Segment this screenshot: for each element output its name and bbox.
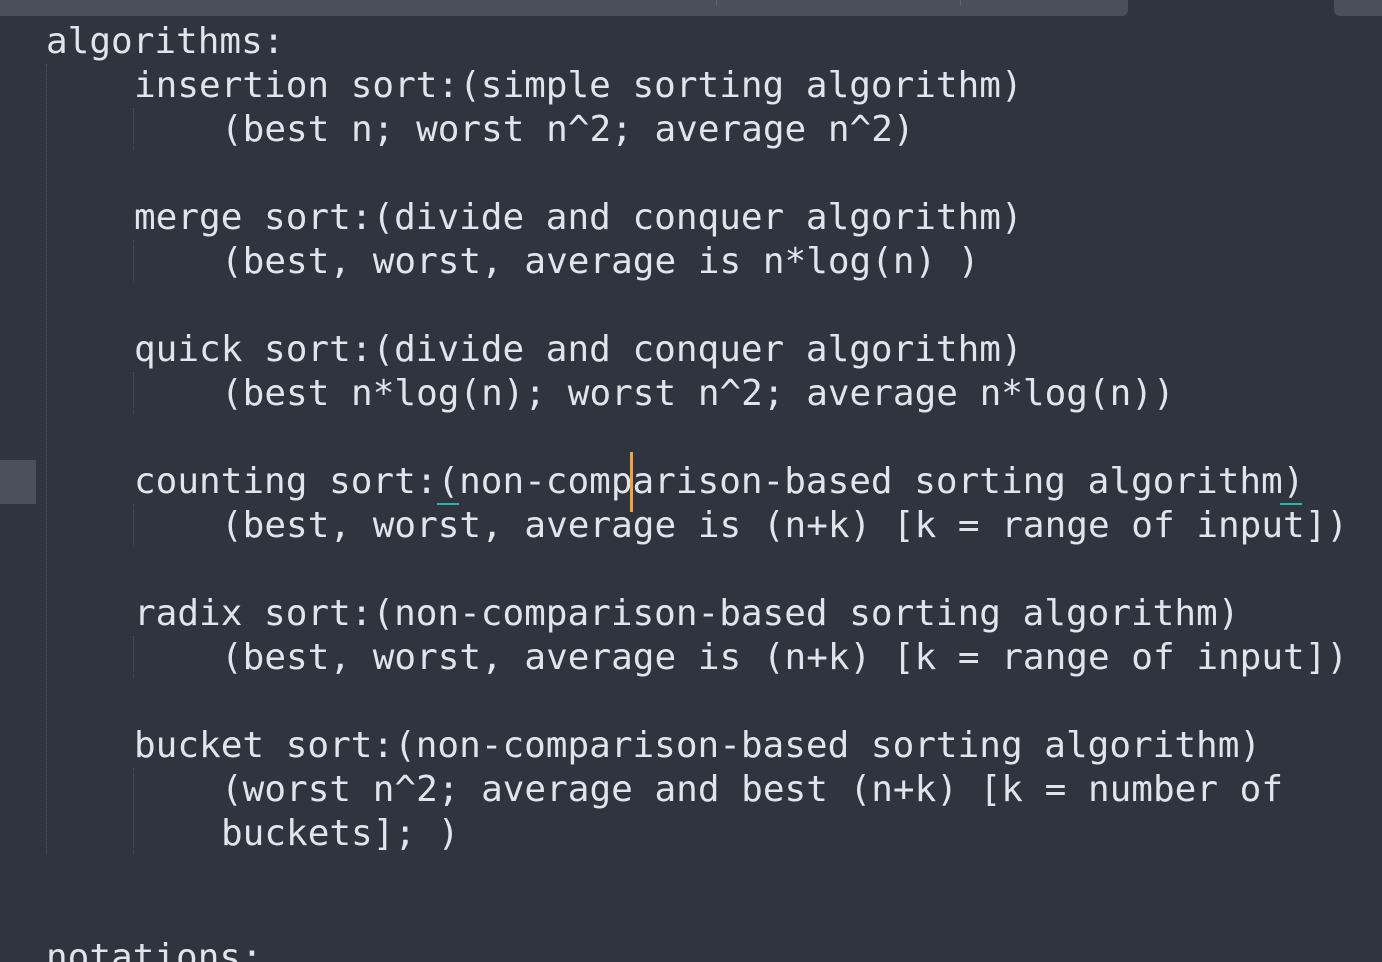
section-detail-line: buckets]; ) <box>221 813 460 854</box>
tab-inactive-right[interactable] <box>1334 0 1382 16</box>
text-editor[interactable]: algorithms: insertion sort:(simple sorti… <box>0 0 1382 962</box>
tab-divider <box>716 0 717 6</box>
section-title-line: radix sort:(non-comparison-based sorting… <box>134 593 1240 634</box>
section-title-line: counting sort:(non-comparison-based sort… <box>134 461 1305 502</box>
section-title-line: quick sort:(divide and conquer algorithm… <box>134 329 1023 370</box>
indent-guide <box>46 64 47 854</box>
indent-guide <box>133 504 134 546</box>
indent-guide <box>133 240 134 282</box>
heading-line: algorithms: <box>46 21 285 62</box>
indent-guide <box>133 636 134 678</box>
section-detail-line: (best, worst, average is (n+k) [k = rang… <box>221 637 1349 678</box>
section-detail-line: (best, worst, average is (n+k) [k = rang… <box>221 505 1349 546</box>
section-detail-line: (worst n^2; average and best (n+k) [k = … <box>221 769 1284 810</box>
tab-divider <box>960 0 961 6</box>
text-cursor <box>630 452 633 512</box>
indent-guide <box>133 372 134 414</box>
section-detail-line: (best n*log(n); worst n^2; average n*log… <box>221 373 1175 414</box>
current-line-gutter-marker <box>0 460 36 504</box>
section-detail-line: (best n; worst n^2; average n^2) <box>221 109 915 150</box>
heading-line: notations: <box>46 937 263 962</box>
bracket-match-marker <box>437 503 459 505</box>
section-title-line: insertion sort:(simple sorting algorithm… <box>134 65 1023 106</box>
tab-bar <box>0 0 1382 16</box>
tab-inactive[interactable] <box>0 0 1128 16</box>
indent-guide <box>133 768 134 854</box>
section-title-line: bucket sort:(non-comparison-based sortin… <box>134 725 1262 766</box>
indent-guide <box>133 108 134 150</box>
section-detail-line: (best, worst, average is n*log(n) ) <box>221 241 980 282</box>
section-title-line: merge sort:(divide and conquer algorithm… <box>134 197 1023 238</box>
bracket-match-marker <box>1280 503 1302 505</box>
